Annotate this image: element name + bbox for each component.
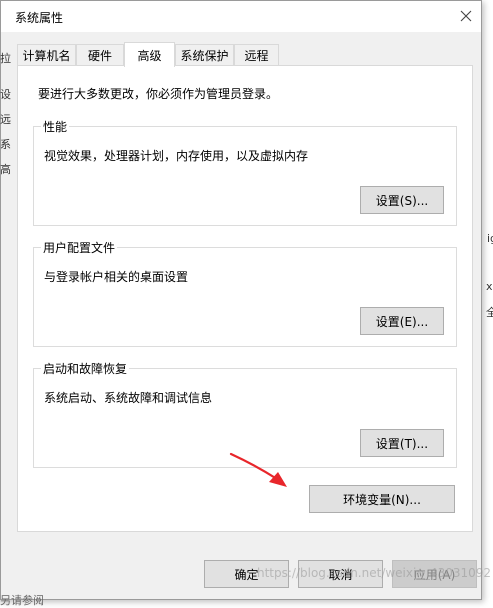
startup-recovery-description: 系统启动、系统故障和调试信息	[44, 391, 213, 405]
background-text-fragment: 高	[0, 163, 11, 176]
tab-computer-name[interactable]: 计算机名	[17, 44, 76, 66]
performance-settings-button[interactable]: 设置(S)...	[360, 186, 444, 214]
performance-group: 性能 视觉效果，处理器计划，内存使用，以及虚拟内存 设置(S)...	[33, 118, 457, 226]
background-text-fragment: 系	[0, 138, 11, 151]
performance-label: 性能	[41, 118, 70, 135]
startup-recovery-settings-button[interactable]: 设置(T)...	[360, 429, 444, 457]
background-text-fragment: x6	[486, 280, 493, 293]
background-text-fragment: 设	[0, 88, 11, 101]
user-profiles-settings-button[interactable]: 设置(E)...	[360, 307, 444, 335]
tab-system-protection[interactable]: 系统保护	[175, 44, 234, 66]
background-text-fragment: ig	[487, 232, 493, 245]
environment-variables-button[interactable]: 环境变量(N)...	[309, 485, 455, 513]
background-text-fragment: 远	[0, 113, 11, 126]
background-see-also-text: 另请参阅	[0, 594, 44, 607]
tab-advanced[interactable]: 高级	[124, 42, 175, 67]
tab-hardware[interactable]: 硬件	[76, 44, 124, 66]
system-properties-dialog: 系统属性 计算机名 硬件 高级 系统保护 远程 要进行大多数更改，你必须作为管理…	[0, 0, 491, 600]
red-arrow-annotation	[229, 452, 287, 487]
startup-recovery-label: 启动和故障恢复	[41, 360, 130, 377]
admin-notice: 要进行大多数更改，你必须作为管理员登录。	[38, 87, 279, 101]
window-title: 系统属性	[15, 11, 64, 25]
tab-remote[interactable]: 远程	[234, 44, 279, 66]
performance-description: 视觉效果，处理器计划，内存使用，以及虚拟内存	[44, 149, 309, 163]
user-profiles-group: 用户配置文件 与登录帐户相关的桌面设置 设置(E)...	[33, 239, 457, 347]
user-profiles-description: 与登录帐户相关的桌面设置	[44, 270, 189, 284]
watermark-text: https://blog.csdn.net/weixin_43031092	[257, 566, 492, 580]
background-text-fragment: 全	[486, 306, 493, 319]
background-text-fragment: 拉	[0, 52, 11, 65]
user-profiles-label: 用户配置文件	[41, 239, 118, 256]
title-bar: 系统属性	[1, 1, 481, 32]
close-icon	[460, 10, 472, 22]
close-button[interactable]	[451, 1, 481, 31]
